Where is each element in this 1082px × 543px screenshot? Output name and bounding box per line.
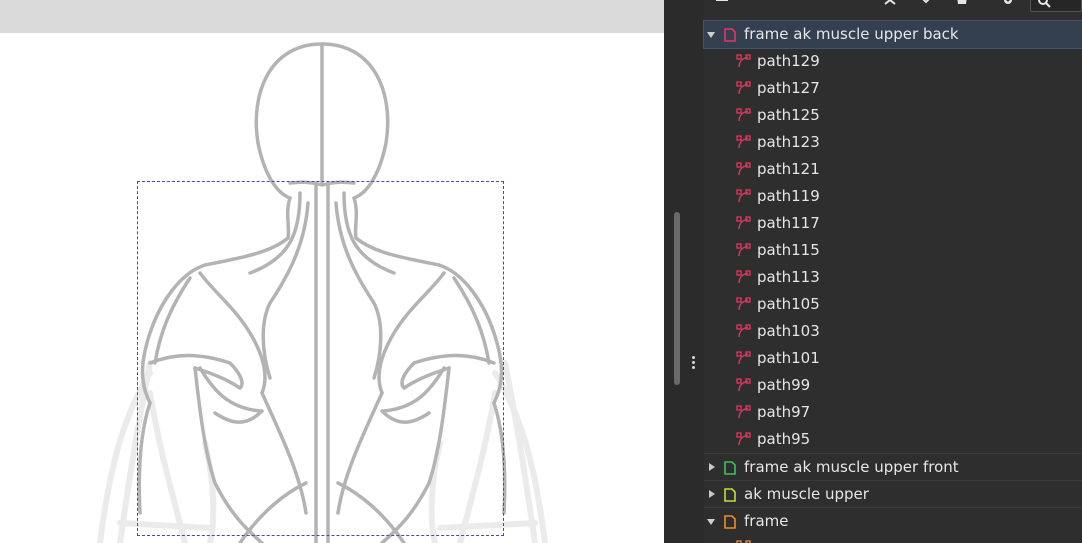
close-icon[interactable] [882,0,898,10]
tree-row-path[interactable]: path95 [704,426,1082,453]
muscle-outline [137,42,507,543]
tree-row-label: path121 [757,160,820,178]
group-icon [724,515,736,529]
layers-tree: frame ak muscle upper back path129 path1… [703,20,1082,543]
tree-row-path[interactable]: path103 [704,318,1082,345]
tree-row-label: path115 [757,241,820,259]
chevron-down-icon[interactable] [918,0,934,10]
tree-row-group[interactable]: frame [704,507,1082,534]
tree-row-path[interactable]: path123 [704,129,1082,156]
tree-row-group[interactable]: frame ak muscle upper front [704,453,1082,480]
expand-triangle-icon[interactable] [707,519,715,525]
search-icon [1038,0,1051,8]
path-icon [736,81,751,95]
dock-scroll-gutter [664,0,704,543]
path-icon [736,405,751,419]
path-icon [736,162,751,176]
canvas-area[interactable] [0,0,664,543]
group-icon [724,488,736,502]
tree-row-path[interactable]: path125 [704,102,1082,129]
tree-row-label: path129 [757,52,820,70]
tree-row-path[interactable]: path127 [704,75,1082,102]
tree-row-path[interactable]: path121 [704,156,1082,183]
path-icon [736,108,751,122]
tree-row-path[interactable]: path99 [704,372,1082,399]
tree-row-path[interactable]: path97 [704,399,1082,426]
group-icon [724,28,736,42]
tree-row-label: frame [744,512,789,530]
tree-row-path[interactable] [704,534,1082,543]
path-icon [736,378,751,392]
gear-icon[interactable] [1000,0,1016,10]
tree-row-path[interactable]: path117 [704,210,1082,237]
path-icon [736,324,751,338]
tree-row-group[interactable]: ak muscle upper [704,480,1082,507]
tree-row-label: path99 [757,376,811,394]
path-icon [736,189,751,203]
tree-row-path[interactable]: path113 [704,264,1082,291]
path-icon [736,351,751,365]
tree-row-path[interactable]: path115 [704,237,1082,264]
path-icon [736,432,751,446]
expand-triangle-icon[interactable] [709,490,715,498]
layers-icon[interactable] [714,0,730,10]
expand-triangle-icon[interactable] [709,463,715,471]
group-icon [724,461,736,475]
path-icon [736,270,751,284]
tree-row-label: path103 [757,322,820,340]
tree-row-path[interactable]: path129 [704,48,1082,75]
tree-row-label: path101 [757,349,820,367]
tree-row-label: path97 [757,403,811,421]
path-icon [736,243,751,257]
path-icon [736,297,751,311]
tree-row-label: path123 [757,133,820,151]
tree-row-label: path125 [757,106,820,124]
tree-row-label: path119 [757,187,820,205]
muscle-back-drawing[interactable] [0,33,664,543]
tree-row-label: frame ak muscle upper front [744,458,959,476]
scrollbar-thumb[interactable] [674,212,680,385]
canvas-top-ruler [0,0,664,33]
tree-row-path[interactable]: path101 [704,345,1082,372]
path-icon [736,54,751,68]
tree-row-label: path105 [757,295,820,313]
tree-row-group[interactable]: frame ak muscle upper back [703,20,1082,49]
expand-triangle-icon[interactable] [707,32,715,38]
tree-row-path[interactable]: path105 [704,291,1082,318]
tree-row-label: path95 [757,430,811,448]
tree-row-label: frame ak muscle upper back [744,25,959,43]
search-input[interactable] [1030,0,1082,12]
tree-row-label: path113 [757,268,820,286]
path-icon [736,216,751,230]
tree-row-label: ak muscle upper [744,485,869,503]
background-figure [97,360,548,543]
tree-row-label: path117 [757,214,820,232]
path-icon [736,135,751,149]
layers-panel: frame ak muscle upper back path129 path1… [664,0,1082,543]
tree-row-label: path127 [757,79,820,97]
tree-row-path[interactable]: path119 [704,183,1082,210]
trash-icon[interactable] [954,0,970,10]
layers-toolbar [704,0,1082,20]
dock-grip-handle[interactable] [692,356,696,370]
